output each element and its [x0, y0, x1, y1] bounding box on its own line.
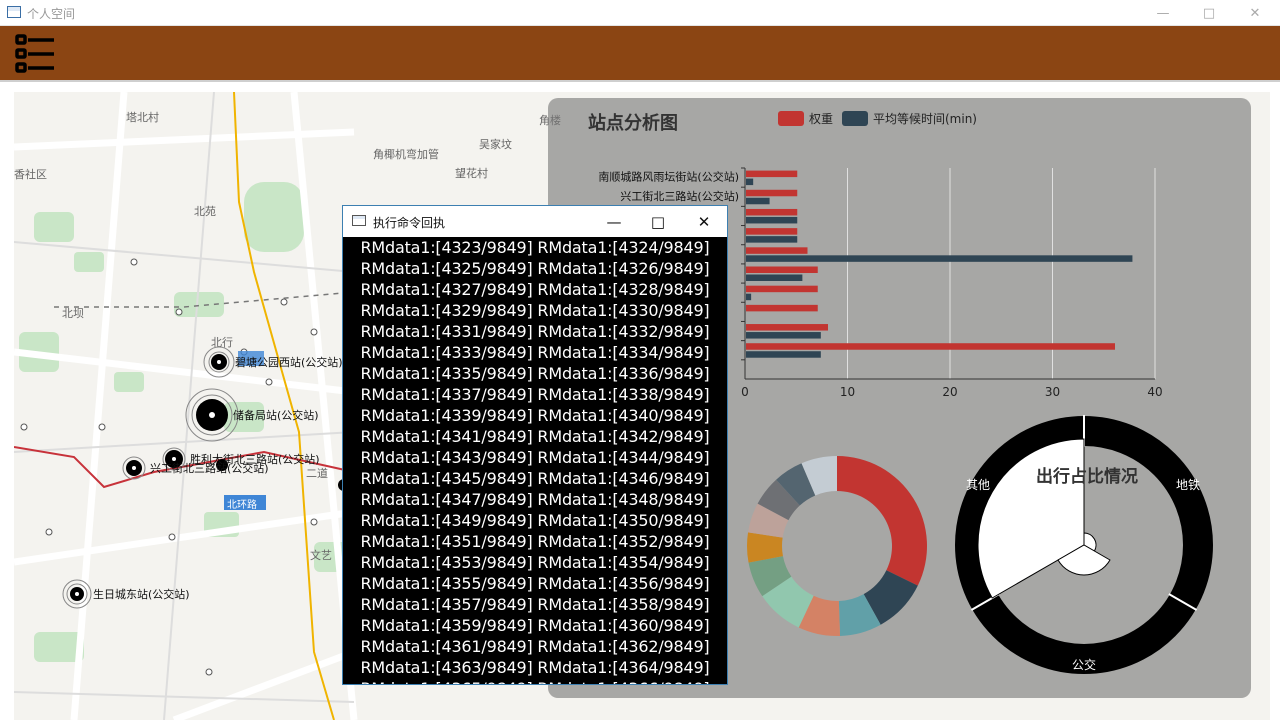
console-line: RMdata1:[4341/9849] RMdata1:[4342/9849] — [360, 427, 710, 446]
bar-wait-time — [746, 274, 803, 281]
y-category-label: 南顺城路风雨坛街站(公交站) — [598, 170, 739, 184]
console-close-button[interactable]: ✕ — [681, 206, 727, 237]
close-button[interactable]: ✕ — [1232, 0, 1278, 26]
console-line: RMdata1:[4347/9849] RMdata1:[4348/9849] — [360, 490, 710, 509]
console-line: RMdata1:[4349/9849] RMdata1:[4350/9849] — [360, 511, 710, 530]
console-line: RMdata1:[4357/9849] RMdata1:[4358/9849] — [360, 595, 710, 614]
console-line: RMdata1:[4359/9849] RMdata1:[4360/9849] — [360, 616, 710, 635]
station-label[interactable]: 生日城东站(公交站) — [93, 586, 190, 602]
x-tick-label: 40 — [1147, 385, 1162, 399]
bar-weight — [746, 266, 818, 273]
rose-category-label: 公交 — [1072, 657, 1096, 672]
map-area-label: 二道 — [306, 467, 328, 480]
console-minimize-button[interactable]: — — [591, 206, 637, 237]
main-titlebar: 个人空间 — □ ✕ — [0, 0, 1280, 26]
console-line: RMdata1:[4335/9849] RMdata1:[4336/9849] — [360, 364, 710, 383]
console-output[interactable]: RMdata1:[4323/9849] RMdata1:[4324/9849] R… — [343, 237, 727, 684]
console-line: RMdata1:[4337/9849] RMdata1:[4338/9849] — [360, 385, 710, 404]
console-line: RMdata1:[4339/9849] RMdata1:[4340/9849] — [360, 406, 710, 425]
console-maximize-button[interactable]: □ — [635, 206, 681, 237]
bar-weight — [746, 208, 798, 216]
console-line: RMdata1:[4345/9849] RMdata1:[4346/9849] — [360, 469, 710, 488]
console-line: RMdata1:[4363/9849] RMdata1:[4364/9849] — [360, 658, 710, 677]
bar-wait-time — [746, 332, 821, 339]
station-label[interactable]: 兴工街北三路站(公交站) — [150, 460, 269, 476]
station-label[interactable]: 碧塘公园西站(公交站) — [235, 354, 343, 370]
console-line: RMdata1:[4333/9849] RMdata1:[4334/9849] — [360, 343, 710, 362]
station-label[interactable]: 储备局站(公交站) — [233, 407, 319, 423]
bar-weight — [746, 343, 1115, 350]
trip-ratio-title: 出行占比情况 — [1036, 467, 1138, 487]
x-tick-label: 20 — [942, 385, 957, 399]
map-area-label: 望花村 — [455, 167, 488, 180]
console-line: RMdata1:[4361/9849] RMdata1:[4362/9849] — [360, 637, 710, 656]
map-area-label: 北行 — [211, 336, 233, 349]
bar-wait-time — [746, 293, 752, 301]
console-line: RMdata1:[4353/9849] RMdata1:[4354/9849] — [360, 553, 710, 572]
console-titlebar: 执行命令回执 — □ ✕ — [343, 206, 727, 237]
window-title: 个人空间 — [27, 7, 76, 21]
x-tick-label: 30 — [1045, 385, 1060, 399]
bar-wait-time — [746, 216, 798, 224]
toolbar — [0, 26, 1280, 82]
map-area-label: 北苑 — [194, 205, 216, 218]
rose-category-label: 其他 — [966, 478, 990, 492]
bar-wait-time — [746, 351, 821, 358]
console-line: RMdata1:[4323/9849] RMdata1:[4324/9849] — [360, 238, 710, 257]
console-line: RMdata1:[4327/9849] RMdata1:[4328/9849] — [360, 280, 710, 299]
console-line: RMdata1:[4325/9849] RMdata1:[4326/9849] — [360, 259, 710, 278]
main-window: 个人空间 — □ ✕ 塔北村 角椰机弯加管 吴家坟 望花村 香社区 北苑 北坝 … — [0, 0, 1280, 720]
console-title: 执行命令回执 — [373, 216, 446, 230]
map-area-label: 吴家坟 — [479, 138, 512, 151]
maximize-button[interactable]: □ — [1186, 0, 1232, 26]
road-badge: 北环路 — [227, 500, 257, 511]
console-line: RMdata1:[4365/9849] RMdata1:[4366/9849] — [343, 678, 727, 684]
console-line: RMdata1:[4351/9849] RMdata1:[4352/9849] — [360, 532, 710, 551]
console-window-icon — [352, 215, 366, 226]
bar-wait-time — [746, 255, 1133, 262]
minimize-button[interactable]: — — [1140, 0, 1186, 26]
bar-weight — [746, 170, 798, 178]
map-area-label: 香社区 — [14, 168, 47, 181]
console-line: RMdata1:[4355/9849] RMdata1:[4356/9849] — [360, 574, 710, 593]
bar-wait-time — [746, 236, 798, 243]
bar-weight — [746, 304, 818, 312]
console-line: RMdata1:[4343/9849] RMdata1:[4344/9849] — [360, 448, 710, 467]
app-window-icon — [7, 6, 21, 18]
console-line: RMdata1:[4331/9849] RMdata1:[4332/9849] — [360, 322, 710, 341]
console-window: 执行命令回执 — □ ✕ RMdata1:[4323/9849] RMdata1… — [342, 205, 728, 685]
x-tick-label: 0 — [741, 385, 749, 399]
console-line: RMdata1:[4329/9849] RMdata1:[4330/9849] — [360, 301, 710, 320]
map-area-label: 北坝 — [62, 307, 84, 320]
rose-category-label: 地铁 — [1176, 478, 1200, 492]
bar-wait-time — [746, 197, 770, 205]
menu-list-icon[interactable] — [14, 32, 56, 76]
bar-weight — [746, 228, 798, 235]
y-category-label: 兴工街北三路站(公交站) — [620, 189, 739, 203]
bar-weight — [746, 189, 798, 197]
x-tick-label: 10 — [840, 385, 855, 399]
map-area-label: 角椰机弯加管 — [373, 148, 439, 161]
bar-weight — [746, 247, 808, 254]
bar-wait-time — [746, 178, 754, 186]
bar-weight — [746, 324, 828, 331]
donut-slice — [837, 456, 927, 586]
bar-weight — [746, 285, 818, 293]
map-area-label: 塔北村 — [126, 111, 159, 124]
map-area-label: 文艺 — [310, 549, 332, 562]
